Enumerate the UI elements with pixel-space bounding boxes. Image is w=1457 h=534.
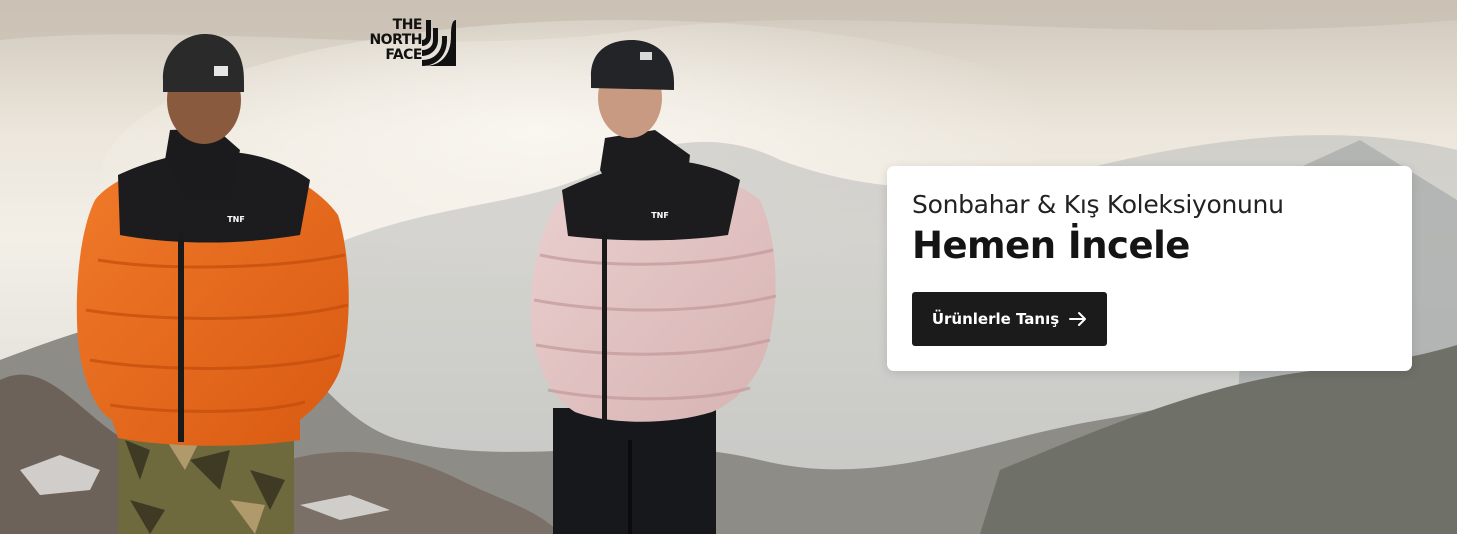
- brand-line-3: FACE: [385, 47, 422, 63]
- brand-line-1: THE: [392, 17, 423, 33]
- promo-card: Sonbahar & Kış Koleksiyonunu Hemen İncel…: [887, 166, 1412, 371]
- brand-logo-wordmark: THE NORTH FACE: [352, 18, 422, 63]
- explore-products-button[interactable]: Ürünlerle Tanış: [912, 292, 1107, 346]
- svg-text:TNF: TNF: [651, 211, 669, 220]
- promo-subtitle: Sonbahar & Kış Koleksiyonunu: [912, 190, 1284, 219]
- explore-products-label: Ürünlerle Tanış: [931, 310, 1060, 328]
- promo-title: Hemen İncele: [912, 224, 1190, 267]
- arrow-right-icon: [1069, 311, 1087, 327]
- half-dome-logo-icon: [422, 20, 456, 66]
- svg-text:TNF: TNF: [227, 215, 245, 224]
- hero-banner[interactable]: TNF TNF THE NORTH FACE Sonbahar & Kış Ko…: [0, 0, 1457, 534]
- brand-logo[interactable]: THE NORTH FACE: [352, 16, 458, 68]
- brand-line-2: NORTH: [369, 32, 422, 48]
